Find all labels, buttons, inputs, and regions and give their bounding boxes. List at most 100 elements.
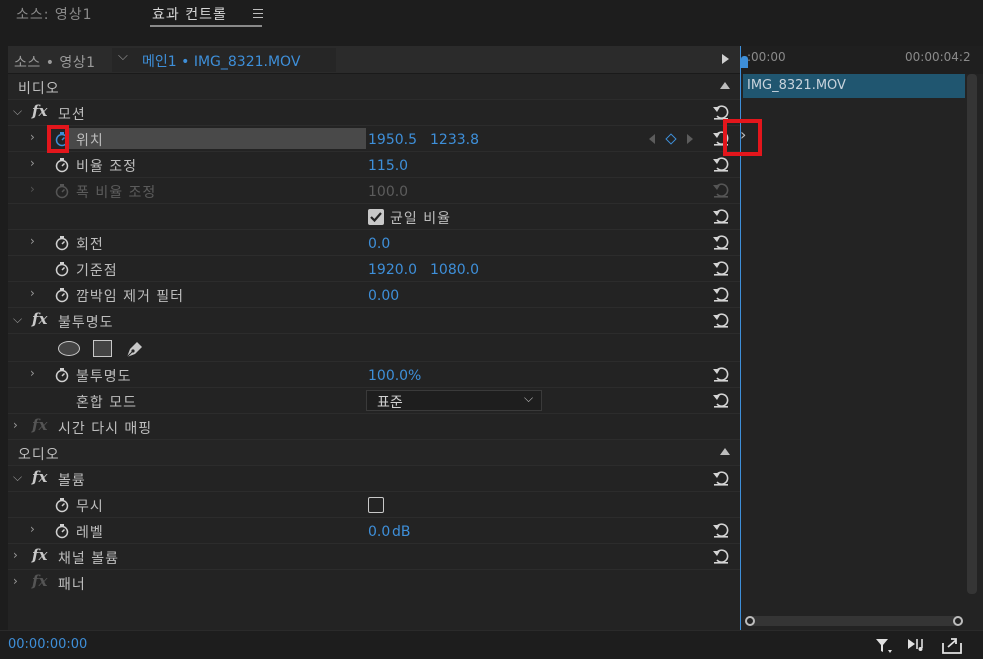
reset-icon[interactable] — [712, 233, 730, 251]
chevron-down-icon[interactable]: ⌵ — [13, 104, 25, 118]
chevron-down-icon[interactable]: ⌵ — [13, 470, 25, 484]
motion-effect-row[interactable]: ⌵ fx 모션 — [8, 100, 740, 126]
rotation-value[interactable]: 0.0 — [368, 236, 390, 252]
reset-icon[interactable] — [712, 469, 730, 487]
stopwatch-icon[interactable] — [54, 367, 70, 383]
opacity-label: 불투명도 — [76, 369, 132, 385]
fx-icon[interactable]: fx — [32, 546, 47, 564]
playhead-icon[interactable] — [741, 56, 748, 68]
position-x-value[interactable]: 1950.5 — [368, 132, 417, 148]
uniform-scale-checkbox[interactable] — [368, 209, 384, 225]
blend-mode-select[interactable]: 표준 ⌵ — [366, 390, 542, 411]
chevron-down-icon[interactable]: ⌵ — [13, 312, 25, 326]
reset-icon[interactable] — [712, 285, 730, 303]
add-keyframe-icon[interactable] — [665, 133, 677, 145]
chevron-down-icon: ⌵ — [524, 391, 534, 405]
reset-icon[interactable] — [712, 547, 730, 565]
export-icon[interactable] — [940, 634, 964, 656]
chevron-right-icon[interactable]: › — [30, 366, 42, 380]
stopwatch-icon[interactable] — [54, 157, 70, 173]
play-triangle-icon[interactable] — [722, 54, 729, 64]
clip-bar[interactable]: IMG_8321.MOV — [743, 74, 965, 98]
opacity-unit: % — [408, 368, 422, 384]
timeline-scrollbar-h[interactable] — [745, 616, 963, 626]
prev-keyframe-icon[interactable] — [649, 134, 655, 144]
blend-mode-row[interactable]: 혼합 모드 표준 ⌵ — [8, 388, 740, 414]
chevron-right-icon[interactable]: › — [30, 522, 42, 536]
chevron-right-icon[interactable]: › — [13, 574, 25, 588]
level-value[interactable]: 0.0 — [368, 524, 390, 540]
collapse-up-icon[interactable] — [720, 82, 730, 89]
reset-icon[interactable] — [712, 311, 730, 329]
tab-effect-controls[interactable]: 효과 컨트롤 — [152, 4, 227, 24]
fx-icon[interactable]: fx — [32, 310, 47, 328]
reset-icon[interactable] — [712, 391, 730, 409]
stopwatch-icon[interactable] — [54, 497, 70, 513]
position-row[interactable]: › 위치 1950.5 1233.8 — [8, 126, 740, 152]
sequence-dropdown[interactable]: ⌵ 메인1 • IMG_8321.MOV — [112, 48, 336, 72]
ellipse-mask-icon[interactable] — [58, 341, 80, 356]
anchor-row[interactable]: 기준점 1920.0 1080.0 — [8, 256, 740, 282]
video-section-header[interactable]: 비디오 — [8, 74, 740, 100]
reset-icon[interactable] — [712, 259, 730, 277]
scale-row[interactable]: › 비율 조정 115.0 — [8, 152, 740, 178]
stopwatch-icon[interactable] — [54, 261, 70, 277]
anti-flicker-row[interactable]: › 깜박임 제거 필터 0.00 — [8, 282, 740, 308]
opacity-value[interactable]: 100.0 — [368, 368, 408, 384]
anchor-y-value[interactable]: 1080.0 — [430, 262, 479, 278]
stopwatch-icon — [55, 184, 69, 199]
fx-icon[interactable]: fx — [32, 102, 47, 120]
timeline-ruler[interactable]: :00:00 00:00:04:2 — [741, 46, 983, 74]
reset-icon[interactable] — [712, 207, 730, 225]
scroll-handle-left[interactable] — [745, 616, 755, 626]
panner-row[interactable]: › fx 패너 — [8, 570, 740, 596]
scroll-handle-right[interactable] — [953, 616, 963, 626]
level-row[interactable]: › 레벨 0.0 dB — [8, 518, 740, 544]
reset-icon[interactable] — [712, 155, 730, 173]
filter-icon[interactable] — [874, 636, 894, 656]
tab-source[interactable]: 소스: 영상1 — [16, 4, 93, 24]
chevron-right-icon[interactable]: › — [740, 125, 746, 144]
menu-icon[interactable] — [253, 9, 263, 18]
bypass-checkbox[interactable] — [368, 497, 384, 513]
chevron-right-icon[interactable]: › — [13, 418, 25, 432]
volume-effect-row[interactable]: ⌵ fx 볼륨 — [8, 466, 740, 492]
anti-flicker-value[interactable]: 0.00 — [368, 288, 399, 304]
next-keyframe-icon[interactable] — [687, 134, 693, 144]
fx-icon[interactable]: fx — [32, 468, 47, 486]
level-label: 레벨 — [76, 525, 104, 541]
stopwatch-icon[interactable] — [54, 235, 70, 251]
uniform-scale-label: 균일 비율 — [390, 211, 451, 227]
timeline-panel: :00:00 00:00:04:2 IMG_8321.MOV — [740, 46, 983, 630]
collapse-up-icon[interactable] — [720, 448, 730, 455]
reset-icon[interactable] — [712, 521, 730, 539]
audio-section-header[interactable]: 오디오 — [8, 440, 740, 466]
chevron-right-icon[interactable]: › — [30, 286, 42, 300]
timeline-scrollbar-v[interactable] — [967, 74, 977, 594]
pen-mask-icon[interactable] — [124, 338, 146, 360]
opacity-effect-row[interactable]: ⌵ fx 불투명도 — [8, 308, 740, 334]
chevron-right-icon[interactable]: › — [30, 130, 42, 144]
stopwatch-icon[interactable] — [54, 523, 70, 539]
bypass-row[interactable]: 무시 — [8, 492, 740, 518]
time-remap-row[interactable]: › fx 시간 다시 매핑 — [8, 414, 740, 440]
blend-mode-label: 혼합 모드 — [76, 395, 137, 411]
audio-section-label: 오디오 — [18, 447, 60, 463]
footer-timecode[interactable]: 00:00:00:00 — [8, 637, 87, 652]
rectangle-mask-icon[interactable] — [93, 340, 112, 357]
chevron-right-icon[interactable]: › — [13, 548, 25, 562]
chevron-right-icon[interactable]: › — [30, 156, 42, 170]
chevron-right-icon[interactable]: › — [30, 234, 42, 248]
audio-clip-icon[interactable] — [906, 635, 930, 655]
uniform-scale-row: 균일 비율 — [8, 204, 740, 230]
stopwatch-icon[interactable] — [54, 287, 70, 303]
position-y-value[interactable]: 1233.8 — [430, 132, 479, 148]
scale-width-label: 폭 비율 조정 — [76, 185, 157, 201]
anchor-x-value[interactable]: 1920.0 — [368, 262, 417, 278]
reset-icon[interactable] — [712, 365, 730, 383]
scale-value[interactable]: 115.0 — [368, 158, 408, 174]
opacity-row[interactable]: › 불투명도 100.0 % — [8, 362, 740, 388]
rotation-row[interactable]: › 회전 0.0 — [8, 230, 740, 256]
channel-volume-row[interactable]: › fx 채널 볼륨 — [8, 544, 740, 570]
chevron-down-icon: ⌵ — [118, 49, 128, 64]
